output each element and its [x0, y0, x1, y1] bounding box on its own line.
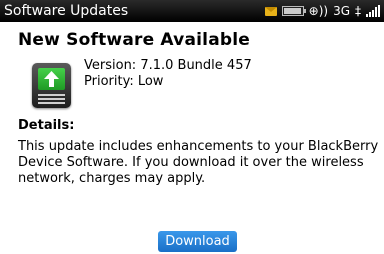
- battery-icon: [281, 6, 306, 16]
- network-activity-icon: ‡: [355, 4, 361, 18]
- details-line: network, charges may apply.: [18, 171, 206, 186]
- signal-icon: [366, 5, 380, 17]
- update-info: Version: 7.1.0 Bundle 457 Priority: Low: [84, 58, 252, 90]
- download-button[interactable]: Download: [158, 231, 237, 252]
- wireless-icon: ⊕)): [308, 4, 329, 18]
- software-update-icon: [32, 63, 71, 108]
- details-line: This update includes enhancements to you…: [18, 139, 379, 154]
- status-bar: Software Updates ⊕)) 3G ‡: [0, 0, 384, 22]
- version-text: Version: 7.1.0 Bundle 457: [84, 58, 252, 73]
- priority-text: Priority: Low: [84, 74, 164, 89]
- envelope-icon: [264, 6, 277, 16]
- details-text: This update includes enhancements to you…: [18, 139, 378, 187]
- page-title: New Software Available: [18, 30, 250, 50]
- network-type: 3G: [333, 4, 350, 18]
- app-title: Software Updates: [4, 3, 129, 19]
- status-icons: ⊕)) 3G ‡: [264, 0, 380, 22]
- details-line: Device Software. If you download it over…: [18, 155, 364, 170]
- details-label: Details:: [18, 118, 75, 133]
